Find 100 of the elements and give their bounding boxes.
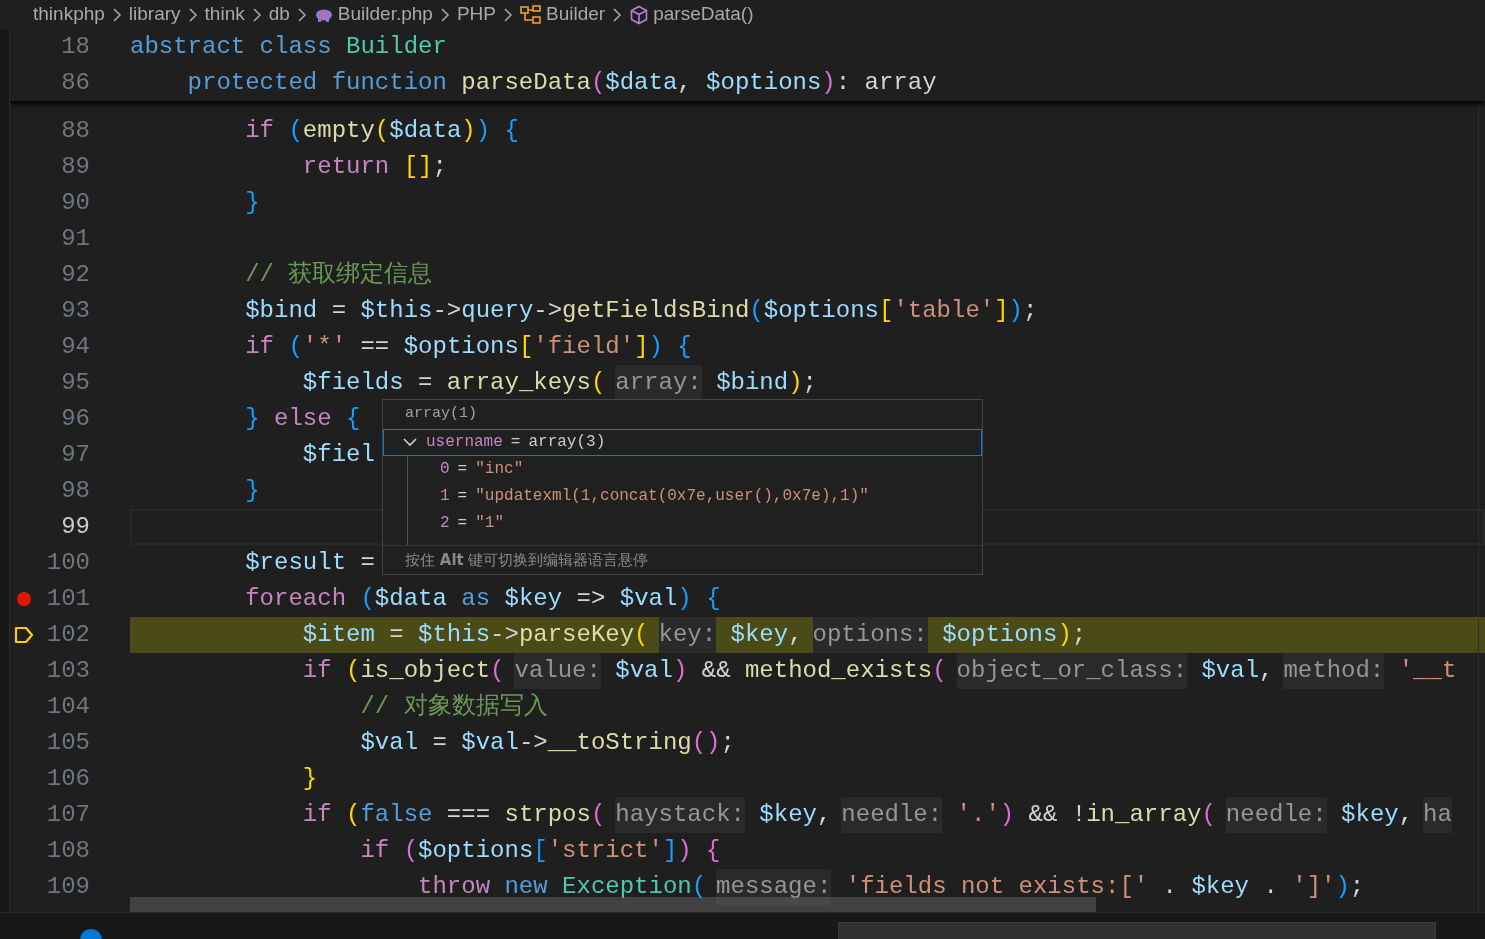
variable-value: array(3) [528, 432, 606, 453]
inlay-hint: method: [1283, 653, 1385, 689]
code-token: -> [432, 296, 462, 326]
code-token: $options [418, 836, 534, 866]
code-token: ( [287, 332, 303, 362]
code-token: else [273, 404, 332, 434]
line-number: 18 [60, 32, 90, 62]
code-token: . [1262, 872, 1278, 902]
code-token: $fiel [301, 440, 375, 470]
code-token: in_array [1086, 800, 1202, 830]
code-token: ( [490, 656, 505, 686]
code-token: } [244, 476, 260, 506]
line-number: 94 [60, 332, 90, 362]
code-token: = [431, 728, 447, 758]
code-token: } [244, 404, 260, 434]
code-token: getFieldsBind [562, 296, 750, 326]
code-token: $data [389, 116, 462, 146]
code-token: ) [475, 116, 491, 146]
chevron-icon [111, 7, 122, 22]
code-token: new [503, 872, 548, 902]
chevron-icon [251, 7, 262, 22]
line-number: 88 [60, 116, 90, 146]
code-token: $item [301, 620, 375, 650]
variable-name: 2 [440, 513, 450, 534]
code-token: [ [878, 296, 894, 326]
code-token: && [700, 656, 731, 686]
line-number: 104 [45, 692, 90, 722]
equals-sign: = [510, 432, 521, 453]
variable-name: 1 [440, 486, 450, 507]
code-token: $this [359, 296, 433, 326]
line-number: 97 [60, 440, 90, 470]
code-token: { [705, 836, 721, 866]
code-token: $result [244, 548, 347, 578]
breadcrumb-item[interactable]: Builder [546, 0, 606, 29]
code-token: false [360, 800, 433, 830]
code-token: ; [432, 152, 447, 182]
code-token: abstract [130, 32, 246, 62]
code-token: protected [186, 68, 318, 98]
scrollbar-thumb[interactable] [130, 897, 1096, 912]
code-token: empty [302, 116, 375, 146]
breadcrumb-item[interactable]: Builder.php [337, 0, 433, 29]
code-token: query [461, 296, 534, 326]
code-token: 'fields not exists:[' [844, 872, 1149, 902]
breadcrumb-item[interactable]: db [268, 0, 290, 29]
code-token: && ! [1027, 800, 1087, 830]
code-token: => [575, 584, 606, 614]
code-token: return [301, 152, 390, 182]
code-token: $bind [244, 296, 318, 326]
code-token: { [345, 404, 361, 434]
tree-row[interactable]: username = array(3) [383, 428, 982, 456]
code-token: 'field' [533, 332, 635, 362]
breadcrumb-item[interactable]: thinkphp [33, 0, 105, 29]
breadcrumb-item[interactable]: think [204, 0, 245, 29]
chevron-icon [503, 7, 513, 22]
code-token: , [1259, 656, 1274, 686]
popup-header: array(1) [404, 404, 478, 424]
code-token: { [676, 332, 692, 362]
code-token: $val [359, 728, 419, 758]
code-token: $key [758, 800, 817, 830]
code-token: $val [1200, 656, 1260, 686]
code-token: if [244, 332, 275, 362]
inlay-hint: ha [1423, 797, 1452, 833]
chevron-icon [439, 7, 450, 22]
inlay-hint: options: [812, 617, 928, 653]
inlay-hint: needle: [841, 797, 943, 833]
code-token: $key [503, 584, 563, 614]
code-token: ) [1335, 872, 1350, 902]
code-token: $data [605, 68, 678, 98]
code-token: $options [705, 68, 822, 98]
line-number: 90 [60, 188, 90, 218]
code-token: ( [345, 656, 361, 686]
code-token: ( [590, 68, 606, 98]
equals-sign: = [457, 459, 468, 480]
code-token: , [677, 68, 692, 98]
inlay-hint: value: [514, 653, 601, 689]
line-number: 100 [45, 548, 90, 578]
variable-value: "updatexml(1,concat(0x7e,user(),0x7e),1)" [475, 486, 869, 507]
code-token: , [816, 800, 832, 830]
code-token: $val [614, 656, 673, 686]
line-number: 98 [60, 476, 90, 506]
code-token: ) [788, 368, 803, 398]
code-token: ; [802, 368, 817, 398]
breadcrumb-item[interactable]: PHP [456, 0, 496, 29]
code-token: () [691, 728, 721, 758]
code-token: ( [374, 116, 390, 146]
breadcrumb-item[interactable]: parseData() [653, 0, 754, 29]
code-token: __toString [547, 728, 692, 758]
breadcrumb-item[interactable]: library [128, 0, 181, 29]
line-number: 89 [60, 152, 90, 182]
hover-hint: 按住 Alt 键可切换到编辑器语言悬停 [383, 544, 982, 574]
code-token: if [301, 656, 332, 686]
code-token: ( [402, 836, 419, 866]
variable-name: 0 [440, 459, 450, 480]
code-token: ] [662, 836, 678, 866]
code-token: ( [634, 620, 649, 650]
code-token: ( [345, 800, 361, 830]
code-token: ( [590, 368, 606, 398]
line-number: 91 [60, 224, 90, 254]
code-token: $fields [301, 368, 404, 398]
code-token: { [503, 116, 519, 146]
